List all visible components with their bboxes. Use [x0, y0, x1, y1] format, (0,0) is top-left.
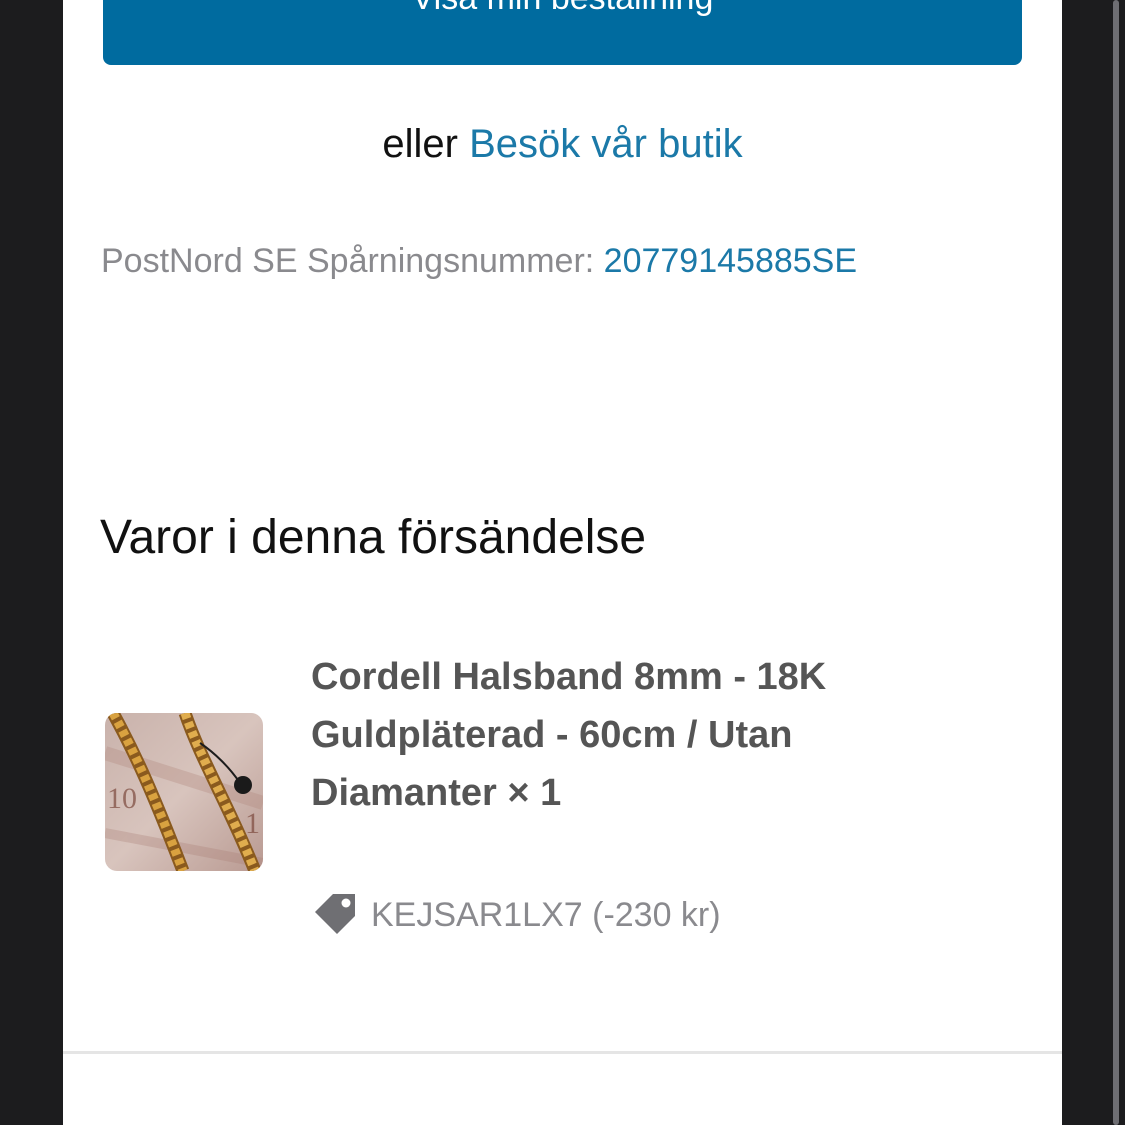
- svg-text:10: 10: [107, 782, 137, 815]
- email-body: Visa min beställning eller Besök vår but…: [63, 0, 1062, 1125]
- price-tag-icon: [315, 894, 355, 934]
- discount-code: KEJSAR1LX7 (-230 kr): [371, 895, 721, 934]
- gold-chain-image: 10 1: [105, 713, 263, 871]
- shipment-items-heading: Varor i denna försändelse: [100, 511, 647, 564]
- visit-store-link[interactable]: Besök vår butik: [469, 122, 742, 166]
- visit-store-line: eller Besök vår butik: [63, 122, 1062, 167]
- tracking-label: PostNord SE Spårningsnummer:: [101, 242, 595, 280]
- product-title: Cordell Halsband 8mm - 18K Guldpläterad …: [311, 656, 827, 814]
- tracking-number-link[interactable]: 20779145885SE: [604, 242, 857, 280]
- svg-text:1: 1: [245, 807, 260, 840]
- or-text: eller: [382, 122, 458, 166]
- divider: [63, 1051, 1062, 1054]
- view-order-button-label: Visa min beställning: [412, 0, 714, 17]
- view-order-button[interactable]: Visa min beställning: [103, 0, 1022, 65]
- discount-row: KEJSAR1LX7 (-230 kr): [311, 890, 721, 940]
- tracking-info: PostNord SE Spårningsnummer: 20779145885…: [101, 242, 857, 281]
- product-thumbnail: 10 1: [105, 713, 263, 871]
- scrollbar[interactable]: [1113, 0, 1119, 1125]
- window-left-edge: [0, 0, 63, 1125]
